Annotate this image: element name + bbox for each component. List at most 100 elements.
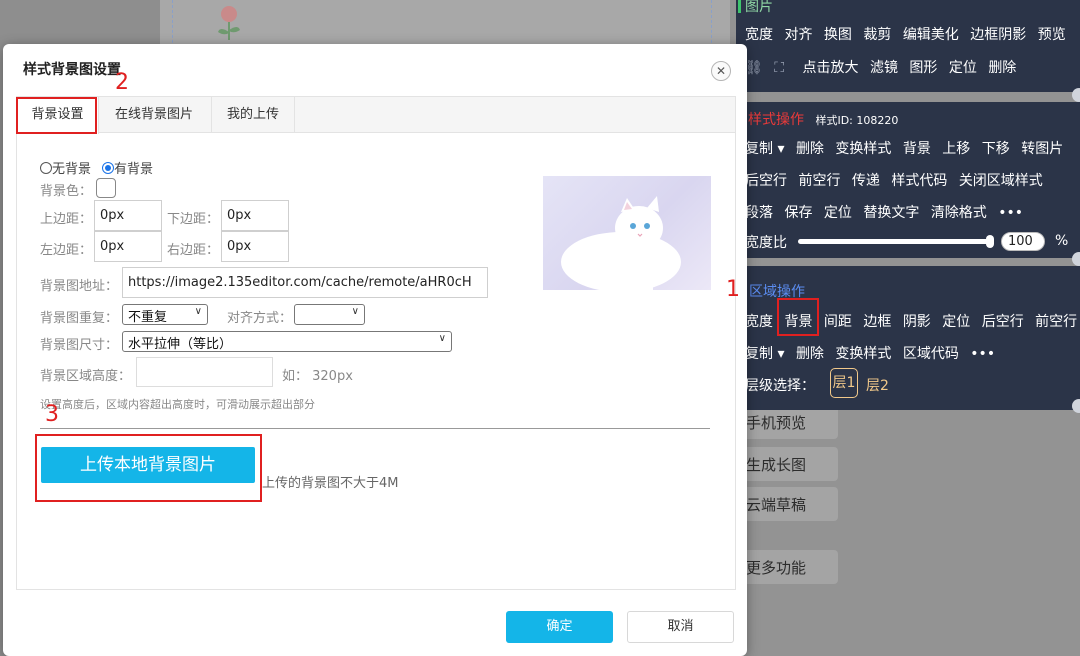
style-before-blank-button[interactable]: 前空行 <box>798 173 840 189</box>
chevron-down-icon: ∨ <box>194 306 202 317</box>
mobile-preview-button[interactable]: 手机预览 <box>738 405 838 439</box>
repeat-label: 背景图重复： <box>40 311 119 326</box>
right-margin-label: 右边距： <box>167 243 220 258</box>
unlink-icon[interactable]: ⛶ <box>774 60 784 76</box>
radio-has-label: 有背景 <box>114 162 154 177</box>
repeat-select[interactable]: 不重复 ∨ <box>122 304 208 325</box>
chevron-down-icon: ∨ <box>351 306 359 317</box>
area-toolbar: 区域操作 宽度 背景 间距 边框 阴影 定位 后空行 前空行 复制 ▾ 删除 变… <box>736 266 1080 413</box>
radio-none-icon[interactable] <box>40 162 52 174</box>
link-icon[interactable]: ⛓ <box>745 60 763 76</box>
top-margin-label: 上边距： <box>40 212 93 227</box>
style-save-button[interactable]: 保存 <box>784 205 812 221</box>
style-to-image-button[interactable]: 转图片 <box>1021 141 1063 157</box>
area-height-hint: 如： 320px <box>282 369 353 384</box>
image-section-title: 图片 <box>745 0 773 15</box>
width-slider[interactable] <box>798 235 994 248</box>
size-select[interactable]: 水平拉伸（等比） ∨ <box>122 331 452 352</box>
style-background-button[interactable]: 背景 <box>903 141 931 157</box>
bg-color-label: 背景色： <box>40 184 93 199</box>
radio-none-label: 无背景 <box>52 162 92 177</box>
size-label: 背景图尺寸： <box>40 338 119 353</box>
radio-no-background[interactable]: 无背景 <box>40 158 91 177</box>
bg-color-swatch[interactable] <box>96 178 116 198</box>
area-code-button[interactable]: 区域代码 <box>903 346 959 362</box>
size-select-value: 水平拉伸（等比） <box>128 337 233 352</box>
chevron-down-icon: ∨ <box>438 333 446 344</box>
image-crop-button[interactable]: 裁剪 <box>863 27 891 43</box>
tab-my-uploads[interactable]: 我的上传 <box>211 97 295 133</box>
image-position-button[interactable]: 定位 <box>949 60 977 76</box>
area-copy-button[interactable]: 复制 ▾ <box>745 346 784 362</box>
close-icon[interactable]: ✕ <box>711 61 731 81</box>
style-position-button[interactable]: 定位 <box>824 205 852 221</box>
align-select[interactable]: ∨ <box>294 304 365 325</box>
layer-1-button[interactable]: 层1 <box>830 368 858 398</box>
cancel-button[interactable]: 取消 <box>627 611 734 643</box>
style-code-button[interactable]: 样式代码 <box>891 173 947 189</box>
area-shadow-button[interactable]: 阴影 <box>903 314 931 330</box>
more-options-icon[interactable]: ••• <box>970 346 995 362</box>
area-spacing-button[interactable]: 间距 <box>824 314 852 330</box>
bottom-margin-input[interactable]: 0px <box>221 200 289 231</box>
layer-2-button[interactable]: 层2 <box>866 375 889 395</box>
area-width-button[interactable]: 宽度 <box>745 314 773 330</box>
radio-has-background[interactable]: 有背景 <box>102 158 153 177</box>
more-features-button[interactable]: 更多功能 <box>738 550 838 584</box>
image-border-shadow-button[interactable]: 边框阴影 <box>970 27 1026 43</box>
width-slider-thumb[interactable] <box>986 235 994 248</box>
confirm-button[interactable]: 确定 <box>506 611 613 643</box>
area-before-blank-button[interactable]: 前空行 <box>1035 314 1077 330</box>
image-align-button[interactable]: 对齐 <box>784 27 812 43</box>
width-ratio-unit: % <box>1055 233 1069 249</box>
style-transform-button[interactable]: 变换样式 <box>835 141 891 157</box>
dialog-title: 样式背景图设置 <box>23 62 121 78</box>
long-image-button[interactable]: 生成长图 <box>738 447 838 481</box>
replace-text-button[interactable]: 替换文字 <box>863 205 919 221</box>
image-replace-button[interactable]: 换图 <box>824 27 852 43</box>
area-transform-button[interactable]: 变换样式 <box>835 346 891 362</box>
area-height-input[interactable] <box>136 357 273 387</box>
area-position-button[interactable]: 定位 <box>942 314 970 330</box>
collapse-icon[interactable] <box>1072 88 1080 102</box>
area-after-blank-button[interactable]: 后空行 <box>982 314 1024 330</box>
collapse-icon[interactable] <box>1072 252 1080 266</box>
image-preview-button[interactable]: 预览 <box>1038 27 1066 43</box>
right-margin-input[interactable]: 0px <box>221 231 289 262</box>
image-edit-button[interactable]: 编辑美化 <box>903 27 959 43</box>
annotation-number-2: 2 <box>115 70 129 95</box>
cloud-draft-button[interactable]: 云端草稿 <box>738 487 838 521</box>
bottom-margin-label: 下边距： <box>167 212 220 227</box>
style-move-down-button[interactable]: 下移 <box>982 141 1010 157</box>
image-shape-button[interactable]: 图形 <box>909 60 937 76</box>
more-options-icon[interactable]: ••• <box>998 205 1023 221</box>
style-move-up-button[interactable]: 上移 <box>942 141 970 157</box>
image-delete-button[interactable]: 删除 <box>988 60 1016 76</box>
image-width-button[interactable]: 宽度 <box>745 27 773 43</box>
style-paragraph-button[interactable]: 段落 <box>745 205 773 221</box>
collapse-icon[interactable] <box>1072 399 1080 413</box>
left-margin-input[interactable]: 0px <box>94 231 162 262</box>
area-delete-button[interactable]: 删除 <box>796 346 824 362</box>
top-margin-input[interactable]: 0px <box>94 200 162 231</box>
style-after-blank-button[interactable]: 后空行 <box>745 173 787 189</box>
width-ratio-input[interactable]: 100 <box>1001 232 1045 251</box>
annotation-box-1 <box>777 298 819 336</box>
radio-has-icon[interactable] <box>102 162 114 174</box>
layer-select-label: 层级选择： <box>745 378 815 394</box>
upload-size-hint: 上传的背景图不大于4M <box>262 476 399 491</box>
annotation-number-1: 1 <box>726 277 740 302</box>
tab-online-backgrounds[interactable]: 在线背景图片 <box>101 97 207 133</box>
close-area-style-button[interactable]: 关闭区域样式 <box>959 173 1043 189</box>
style-toolbar: 样式操作 样式ID: 108220 复制 ▾ 删除 变换样式 背景 上移 下移 … <box>736 102 1080 266</box>
image-filter-button[interactable]: 滤镜 <box>870 60 898 76</box>
form-divider <box>40 428 710 429</box>
image-zoom-button[interactable]: 点击放大 <box>803 60 859 76</box>
style-pass-button[interactable]: 传递 <box>852 173 880 189</box>
style-delete-button[interactable]: 删除 <box>796 141 824 157</box>
clear-format-button[interactable]: 清除格式 <box>931 205 987 221</box>
image-url-label: 背景图地址： <box>40 279 119 294</box>
area-border-button[interactable]: 边框 <box>863 314 891 330</box>
style-copy-button[interactable]: 复制 ▾ <box>745 141 784 157</box>
image-url-input[interactable]: https://image2.135editor.com/cache/remot… <box>122 267 488 298</box>
